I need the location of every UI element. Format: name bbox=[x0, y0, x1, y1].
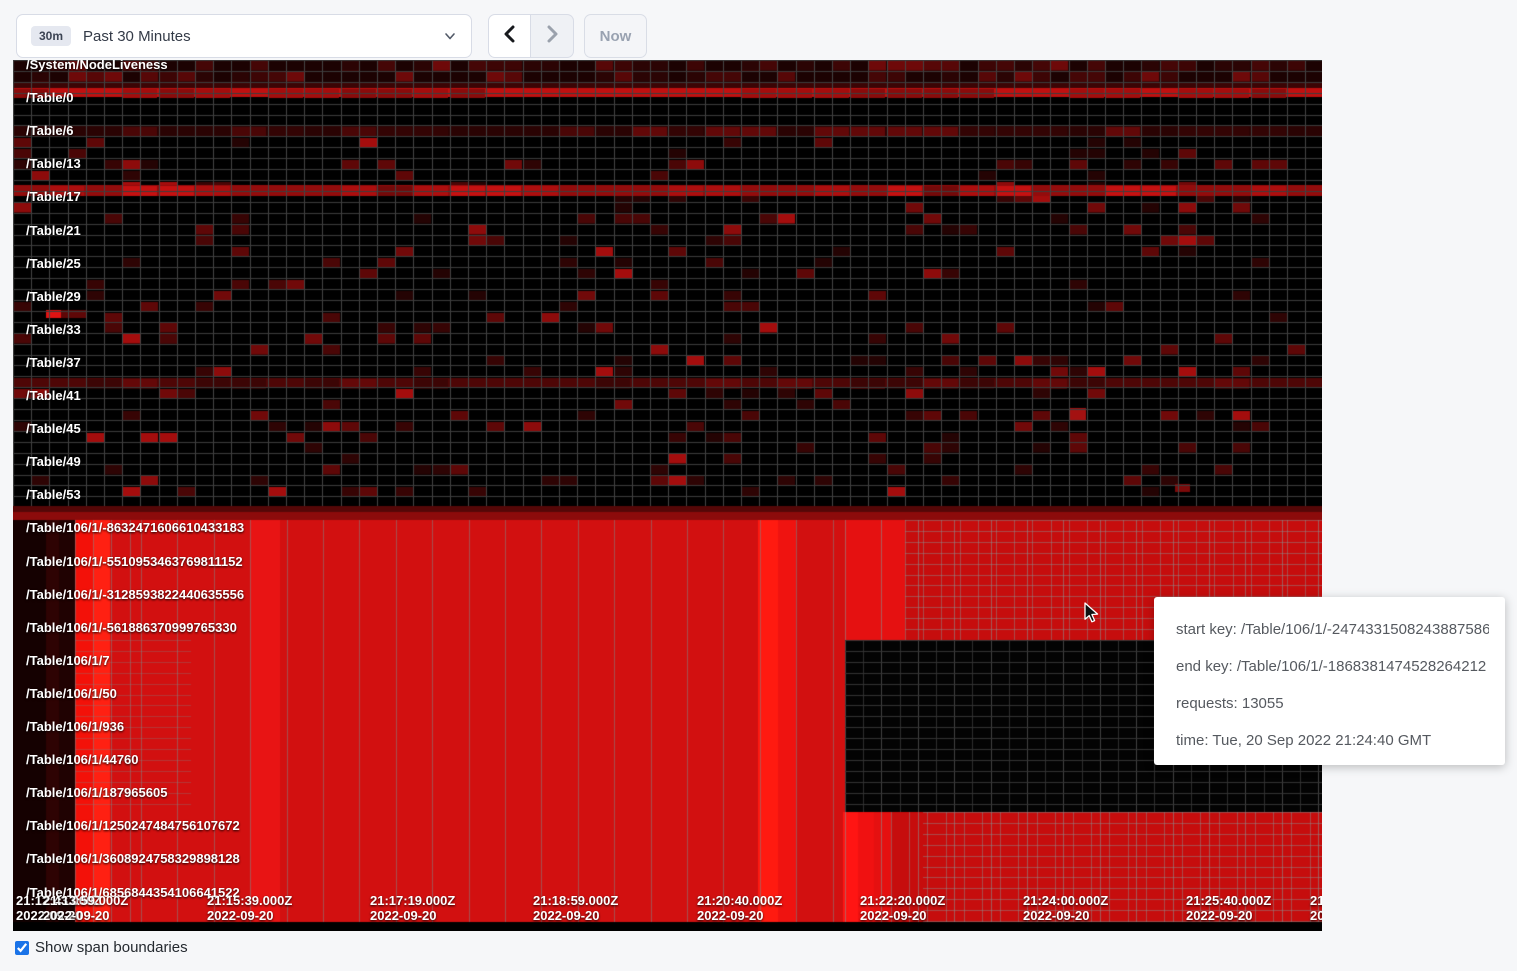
row-label: /Table/106/1/936 bbox=[26, 720, 124, 734]
row-label: /Table/33 bbox=[26, 323, 81, 337]
time-range-dropdown[interactable]: 30m Past 30 Minutes bbox=[16, 14, 472, 58]
axis-tick-label: 21:22:20.000Z2022-09-20 bbox=[860, 893, 945, 923]
axis-tick-label: 21:26:55.000Z2022-09-20 bbox=[1310, 893, 1322, 923]
row-label: /Table/106/1/1250247484756107672 bbox=[26, 819, 240, 833]
row-label: /Table/106/1/50 bbox=[26, 687, 117, 701]
tooltip-end-key: end key: /Table/106/1/-18683814745282642… bbox=[1176, 648, 1489, 685]
row-label: /Table/106/1/44760 bbox=[26, 753, 139, 767]
key-visualizer-chart: /System/NodeLiveness/Table/0/Table/6/Tab… bbox=[13, 60, 1322, 931]
footer: Show span boundaries bbox=[15, 939, 188, 956]
row-label: /Table/29 bbox=[26, 290, 81, 304]
axis-tick-label: 21:17:19.000Z2022-09-20 bbox=[370, 893, 455, 923]
row-label: /Table/106/1/7 bbox=[26, 654, 110, 668]
tooltip-start-key: start key: /Table/106/1/-247433150824388… bbox=[1176, 611, 1489, 648]
row-label: /Table/106/1/-8632471606610433183 bbox=[26, 521, 244, 535]
row-label: /Table/17 bbox=[26, 190, 81, 204]
axis-tick-label: 21:15:39.000Z2022-09-20 bbox=[207, 893, 292, 923]
row-label: /Table/106/1/3608924758329898128 bbox=[26, 852, 240, 866]
tooltip-time: time: Tue, 20 Sep 2022 21:24:40 GMT bbox=[1176, 722, 1489, 759]
span-boundaries-label[interactable]: Show span boundaries bbox=[35, 939, 188, 956]
axis-tick-label: 21:20:40.000Z2022-09-20 bbox=[697, 893, 782, 923]
axis-tick-label: 21:24:00.000Z2022-09-20 bbox=[1023, 893, 1108, 923]
chevron-right-icon bbox=[544, 25, 560, 48]
axis-tick-label: 21:25:40.000Z2022-09-20 bbox=[1186, 893, 1271, 923]
chevron-down-icon bbox=[443, 29, 457, 43]
row-label: /Table/106/1/-561886370999765330 bbox=[26, 621, 237, 635]
row-label: /Table/41 bbox=[26, 389, 81, 403]
axis-tick-label: 21:13:59.000Z2022-09-20 bbox=[43, 893, 128, 923]
row-label: /Table/45 bbox=[26, 422, 81, 436]
cell-tooltip: start key: /Table/106/1/-247433150824388… bbox=[1154, 597, 1505, 765]
row-label: /Table/49 bbox=[26, 455, 81, 469]
axis-tick-label: 21:18:59.000Z2022-09-20 bbox=[533, 893, 618, 923]
span-boundaries-checkbox[interactable] bbox=[15, 941, 29, 955]
time-nav-button-group bbox=[488, 14, 574, 58]
row-label: /Table/37 bbox=[26, 356, 81, 370]
row-label: /Table/13 bbox=[26, 157, 81, 171]
row-label: /Table/25 bbox=[26, 257, 81, 271]
row-label: /Table/106/1/-5510953463769811152 bbox=[26, 555, 243, 569]
row-label: /Table/53 bbox=[26, 488, 81, 502]
row-label: /System/NodeLiveness bbox=[26, 60, 168, 72]
toolbar: 30m Past 30 Minutes Now bbox=[0, 0, 1517, 58]
row-label: /Table/6 bbox=[26, 124, 73, 138]
time-range-label: Past 30 Minutes bbox=[83, 28, 191, 45]
row-label: /Table/106/1/-3128593822440635556 bbox=[26, 588, 244, 602]
row-label: /Table/0 bbox=[26, 91, 73, 105]
key-visualizer-page: 30m Past 30 Minutes Now /System/NodeLive… bbox=[0, 0, 1517, 971]
next-time-button[interactable] bbox=[531, 14, 574, 58]
now-button[interactable]: Now bbox=[584, 14, 647, 58]
time-range-badge: 30m bbox=[31, 26, 71, 46]
chevron-left-icon bbox=[502, 25, 518, 48]
mouse-cursor-icon bbox=[1082, 602, 1102, 629]
row-label: /Table/21 bbox=[26, 224, 81, 238]
key-visualizer-heatmap[interactable] bbox=[13, 60, 1322, 931]
tooltip-requests: requests: 13055 bbox=[1176, 685, 1489, 722]
previous-time-button[interactable] bbox=[488, 14, 531, 58]
row-label: /Table/106/1/187965605 bbox=[26, 786, 167, 800]
